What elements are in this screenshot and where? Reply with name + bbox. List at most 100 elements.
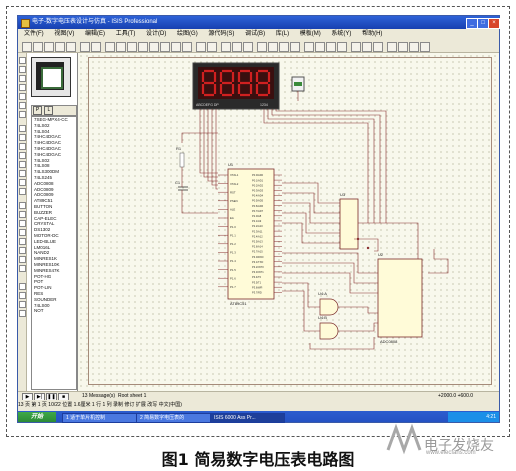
import-icon[interactable] [55,42,65,52]
device-selector-header: P L [31,105,77,123]
terminal-icon[interactable] [19,125,26,132]
u3-buffer[interactable]: U3 [339,192,359,250]
gate-a-label: U4:A [318,291,327,296]
block-delete-icon[interactable] [290,42,300,52]
u1-microcontroller[interactable]: U1 AT89C51 XTAL1 XTAL2 RST PSEN ALE EA P1.0 P1.… [218,162,282,306]
pin-icon[interactable] [19,134,26,141]
undo-icon[interactable] [196,42,206,52]
nor-gate-b[interactable]: U4:B [318,315,339,340]
wire-autorouter-icon[interactable] [351,42,361,52]
menu-library[interactable]: 库(L) [276,31,289,37]
battery-component[interactable] [291,76,305,101]
taskbar-item-2[interactable]: 2 简易数字电压表的 [136,413,211,423]
line-icon[interactable] [19,202,26,209]
library-manager-button[interactable]: L [44,106,54,115]
netlist-icon[interactable] [387,42,397,52]
device-list[interactable]: 7SEG-MPX4-CC 74LS02 74LS04 74HC4DGAC 74HC4DG… [31,116,77,390]
symbol-icon[interactable] [19,256,26,263]
current-probe-icon[interactable] [19,179,26,186]
rotate-cw-icon[interactable] [19,283,26,290]
print-icon[interactable] [80,42,90,52]
grid-icon[interactable] [116,42,126,52]
select-mode-icon[interactable] [19,57,26,64]
u1-pin-label: P3.7/RD [252,291,262,295]
generator-icon[interactable] [19,161,26,168]
u1-pin-label: P0.1/AD1 [252,178,264,182]
tape-icon[interactable] [19,152,26,159]
overview-preview[interactable] [31,57,71,97]
open-icon[interactable] [33,42,43,52]
mirror-x-icon[interactable] [19,301,26,308]
nor-gate-a[interactable]: U4:A [318,291,339,316]
erc-icon[interactable] [409,42,419,52]
copy-icon[interactable] [232,42,242,52]
paste-icon[interactable] [243,42,253,52]
origin-icon[interactable] [127,42,137,52]
menu-edit[interactable]: 编辑(E) [85,31,105,37]
u1-pin-label: P2.7/A15 [252,250,263,254]
path-icon[interactable] [19,238,26,245]
zoom-out-icon[interactable] [160,42,170,52]
pick-device-button[interactable]: P [33,106,42,115]
export-icon[interactable] [66,42,76,52]
subcircuit-icon[interactable] [19,111,26,118]
menu-file[interactable]: 文件(F) [24,31,44,37]
rotate-ccw-icon[interactable] [19,292,26,299]
zoom-all-icon[interactable] [171,42,181,52]
zoom-in-icon[interactable] [149,42,159,52]
seven-segment-display[interactable]: ABCDEFG DP 1234 [192,62,280,110]
property-icon[interactable] [373,42,383,52]
pick-device-icon[interactable] [304,42,314,52]
box-icon[interactable] [19,211,26,218]
text-script-icon[interactable] [19,93,26,100]
device-list-item[interactable]: NOT [32,308,76,314]
text-icon[interactable] [19,247,26,254]
u1-pin-label: P2.3/A11 [252,229,263,233]
packaging-icon[interactable] [326,42,336,52]
marker-icon[interactable] [19,265,26,272]
menu-graph[interactable]: 绘图(G) [177,31,198,37]
zoom-area-icon[interactable] [182,42,192,52]
new-icon[interactable] [22,42,32,52]
circle-icon[interactable] [19,220,26,227]
graph-icon[interactable] [19,143,26,150]
menu-view[interactable]: 视图(V) [54,31,74,37]
refresh-icon[interactable] [105,42,115,52]
bus-icon[interactable] [19,102,26,109]
schematic-canvas[interactable]: ABCDEFG DP 1234 R1 C1 U1 AT89C51 XTAL1 X… [78,53,499,391]
print-area-icon[interactable] [91,42,101,52]
menu-help[interactable]: 帮助(H) [362,31,382,37]
menu-tools[interactable]: 工具(T) [116,31,136,37]
preview-viewport [41,67,63,89]
menu-system[interactable]: 系统(Y) [331,31,351,37]
close-icon[interactable]: × [488,18,500,29]
block-rotate-icon[interactable] [279,42,289,52]
start-button[interactable]: 开始 [18,412,56,422]
taskbar-item-1[interactable]: 1 适于单片机控制 [62,413,137,423]
label-icon[interactable] [19,84,26,91]
block-move-icon[interactable] [268,42,278,52]
virtual-instrument-icon[interactable] [19,188,26,195]
make-device-icon[interactable] [315,42,325,52]
taskbar-item-3[interactable]: ISIS 6000 Ass Pr... [210,413,285,423]
arc-icon[interactable] [19,229,26,236]
menu-source[interactable]: 源代码(S) [208,31,234,37]
ares-icon[interactable] [420,42,430,52]
bom-icon[interactable] [398,42,408,52]
junction-icon[interactable] [19,75,26,82]
decompose-icon[interactable] [337,42,347,52]
block-copy-icon[interactable] [257,42,267,52]
menu-template[interactable]: 模板(M) [300,31,321,37]
save-icon[interactable] [44,42,54,52]
u2-adc[interactable]: U2 ADC0808 [377,252,423,344]
menu-design[interactable]: 设计(D) [146,31,166,37]
redo-icon[interactable] [207,42,217,52]
voltage-probe-icon[interactable] [19,170,26,177]
search-icon[interactable] [362,42,372,52]
mirror-y-icon[interactable] [19,310,26,317]
component-mode-icon[interactable] [19,66,26,73]
menu-debug[interactable]: 调试(B) [245,31,265,37]
pan-icon[interactable] [138,42,148,52]
u1-part: AT89C51 [230,301,247,306]
cut-icon[interactable] [221,42,231,52]
